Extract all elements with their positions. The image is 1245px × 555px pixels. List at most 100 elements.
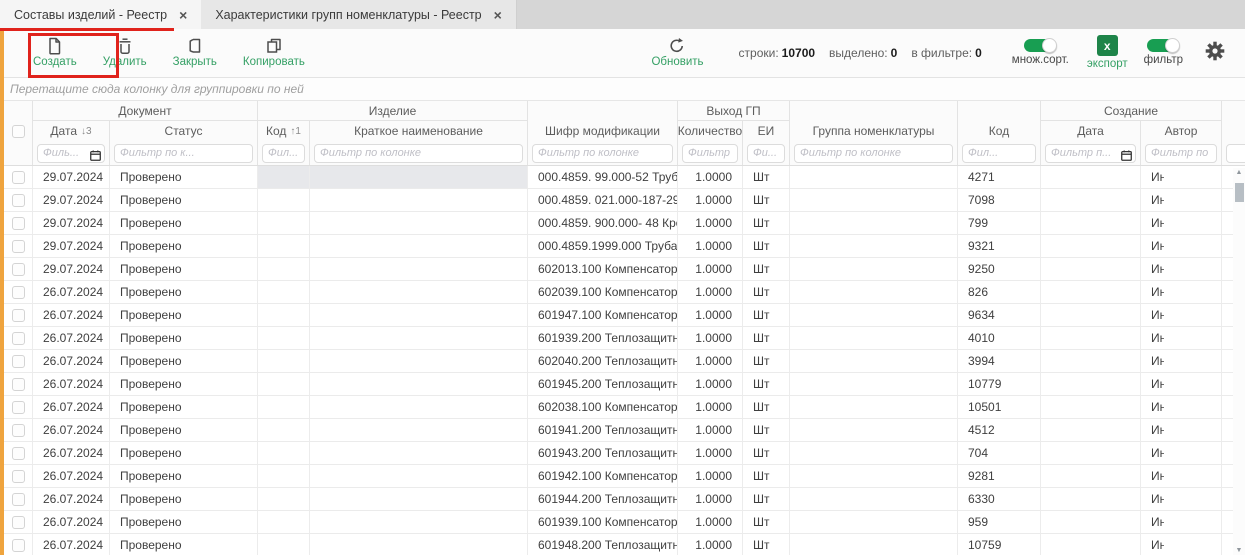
cell-mod-code[interactable]: 601945.200 Теплозащитны (528, 373, 678, 395)
cell-code[interactable]: 826 (958, 281, 1041, 303)
scroll-up-icon[interactable]: ▲ (1236, 168, 1243, 178)
cell-mod-code[interactable]: 602038.100 Компенсатор к (528, 396, 678, 418)
cell-nomen-group[interactable] (790, 419, 958, 441)
row-checkbox[interactable] (4, 281, 33, 303)
cell-item-code[interactable] (258, 189, 310, 211)
cell-code[interactable]: 4512 (958, 419, 1041, 441)
cell-nomen-group[interactable] (790, 281, 958, 303)
cell-item-name[interactable] (310, 373, 528, 395)
table-row[interactable]: 26.07.2024 Проверено 602039.100 Компенса… (4, 281, 1245, 304)
col-doc-date[interactable]: Дата↓3 (33, 121, 110, 141)
col-author[interactable]: Автор (1141, 121, 1222, 141)
cell-created-date[interactable] (1041, 442, 1141, 464)
cell-item-name[interactable] (310, 396, 528, 418)
close-button[interactable]: Закрыть (166, 34, 224, 72)
cell-item-name[interactable] (310, 212, 528, 234)
table-row[interactable]: 26.07.2024 Проверено 601945.200 Теплозащ… (4, 373, 1245, 396)
cell-qty[interactable]: 1.0000 (678, 212, 743, 234)
cell-created-date[interactable] (1041, 281, 1141, 303)
cell-code[interactable]: 7098 (958, 189, 1041, 211)
row-checkbox[interactable] (4, 235, 33, 257)
cell-author[interactable]: Ин (1141, 327, 1222, 349)
cell-doc-date[interactable]: 26.07.2024 (33, 488, 110, 510)
cell-qty[interactable]: 1.0000 (678, 396, 743, 418)
cell-unit[interactable]: Шт (743, 396, 790, 418)
cell-doc-date[interactable]: 26.07.2024 (33, 373, 110, 395)
cell-author[interactable]: Ин (1141, 442, 1222, 464)
cell-doc-date[interactable]: 29.07.2024 (33, 189, 110, 211)
cell-doc-date[interactable]: 26.07.2024 (33, 442, 110, 464)
cell-nomen-group[interactable] (790, 166, 958, 188)
cell-qty[interactable]: 1.0000 (678, 511, 743, 533)
cell-nomen-group[interactable] (790, 350, 958, 372)
cell-created-date[interactable] (1041, 511, 1141, 533)
cell-doc-date[interactable]: 29.07.2024 (33, 212, 110, 234)
col-status[interactable]: Статус (110, 121, 258, 141)
cell-qty[interactable]: 1.0000 (678, 488, 743, 510)
cell-item-code[interactable] (258, 327, 310, 349)
author-filter-input[interactable] (1145, 144, 1217, 163)
cell-code[interactable]: 10779 (958, 373, 1041, 395)
row-checkbox[interactable] (4, 327, 33, 349)
col-unit[interactable]: ЕИ (743, 121, 790, 141)
cell-created-date[interactable] (1041, 465, 1141, 487)
cell-mod-code[interactable]: 601939.200 Теплозащитны (528, 327, 678, 349)
cell-unit[interactable]: Шт (743, 281, 790, 303)
cell-mod-code[interactable]: 000.4859. 021.000-187-2900 (528, 189, 678, 211)
row-checkbox[interactable] (4, 166, 33, 188)
toggle-on-icon[interactable] (1024, 39, 1056, 52)
cell-item-name[interactable] (310, 419, 528, 441)
cell-unit[interactable]: Шт (743, 534, 790, 555)
table-row[interactable]: 26.07.2024 Проверено 601948.200 Теплозащ… (4, 534, 1245, 555)
col-item-code[interactable]: Код↑1 (258, 121, 310, 141)
cell-item-name[interactable] (310, 442, 528, 464)
cell-qty[interactable]: 1.0000 (678, 166, 743, 188)
cell-code[interactable]: 9250 (958, 258, 1041, 280)
cell-author[interactable]: Ин (1141, 212, 1222, 234)
row-checkbox[interactable] (4, 419, 33, 441)
cell-nomen-group[interactable] (790, 327, 958, 349)
cell-item-code[interactable] (258, 281, 310, 303)
table-row[interactable]: 26.07.2024 Проверено 601944.200 Теплозащ… (4, 488, 1245, 511)
cell-author[interactable]: Ин (1141, 235, 1222, 257)
cell-status[interactable]: Проверено (110, 350, 258, 372)
cell-nomen-group[interactable] (790, 189, 958, 211)
toggle-on-icon[interactable] (1147, 39, 1179, 52)
cell-nomen-group[interactable] (790, 235, 958, 257)
cell-mod-code[interactable]: 601947.100 Компенсатор к (528, 304, 678, 326)
cell-unit[interactable]: Шт (743, 350, 790, 372)
tab-sostavy-izdeliy[interactable]: Составы изделий - Реестр × (0, 0, 201, 29)
cell-author[interactable]: Ин (1141, 373, 1222, 395)
cell-author[interactable]: Ин (1141, 396, 1222, 418)
cell-created-date[interactable] (1041, 419, 1141, 441)
cell-qty[interactable]: 1.0000 (678, 419, 743, 441)
table-row[interactable]: 26.07.2024 Проверено 601939.100 Компенса… (4, 511, 1245, 534)
cell-item-code[interactable] (258, 511, 310, 533)
cell-item-name[interactable] (310, 327, 528, 349)
cell-item-code[interactable] (258, 235, 310, 257)
cell-mod-code[interactable]: 602039.100 Компенсатор к (528, 281, 678, 303)
cell-author[interactable]: Ин (1141, 488, 1222, 510)
cell-qty[interactable]: 1.0000 (678, 442, 743, 464)
cell-item-code[interactable] (258, 350, 310, 372)
item-name-filter-input[interactable] (314, 144, 523, 163)
cell-unit[interactable]: Шт (743, 419, 790, 441)
cell-status[interactable]: Проверено (110, 235, 258, 257)
table-row[interactable]: 26.07.2024 Проверено 602040.200 Теплозащ… (4, 350, 1245, 373)
cell-code[interactable]: 959 (958, 511, 1041, 533)
scrollbar-thumb[interactable] (1235, 183, 1244, 202)
col-created-date[interactable]: Дата (1041, 121, 1141, 141)
cell-code[interactable]: 9321 (958, 235, 1041, 257)
cell-unit[interactable]: Шт (743, 258, 790, 280)
row-checkbox[interactable] (4, 304, 33, 326)
cell-item-code[interactable] (258, 419, 310, 441)
cell-item-code[interactable] (258, 373, 310, 395)
tab-close-icon[interactable]: × (179, 8, 187, 22)
cell-created-date[interactable] (1041, 166, 1141, 188)
cell-created-date[interactable] (1041, 258, 1141, 280)
cell-doc-date[interactable]: 29.07.2024 (33, 166, 110, 188)
cell-qty[interactable]: 1.0000 (678, 465, 743, 487)
cell-mod-code[interactable]: 000.4859. 99.000-52 Труба (528, 166, 678, 188)
cell-item-code[interactable] (258, 465, 310, 487)
cell-nomen-group[interactable] (790, 396, 958, 418)
